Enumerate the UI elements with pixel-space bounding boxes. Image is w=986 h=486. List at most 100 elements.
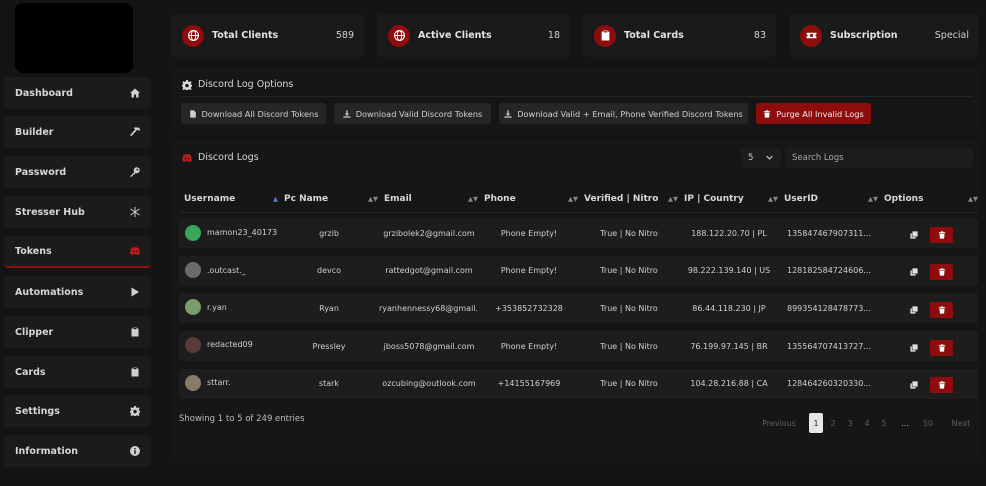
- column-header-label: Options: [884, 194, 924, 204]
- cell-pc-name: grzib: [319, 229, 339, 238]
- copy-button[interactable]: [907, 341, 921, 355]
- pagination-page-2[interactable]: 2: [826, 413, 840, 433]
- pagination-next[interactable]: Next: [946, 413, 976, 433]
- purge-invalid-logs-button[interactable]: Purge All Invalid Logs: [756, 103, 871, 124]
- stat-value: 83: [753, 30, 766, 41]
- cell-email: jboss5078@gmail.com: [383, 342, 475, 351]
- delete-button[interactable]: [930, 302, 953, 318]
- sidebar-item-label: Information: [15, 445, 79, 457]
- cell-verified-nitro: True | No Nitro: [600, 229, 658, 238]
- copy-button[interactable]: [907, 303, 921, 317]
- sidebar-item-label: Tokens: [15, 245, 52, 257]
- sidebar-item-label: Dashboard: [15, 87, 73, 99]
- entries-info: Showing 1 to 5 of 249 entries: [179, 414, 305, 424]
- sidebar-item-stresser-hub[interactable]: Stresser Hub: [4, 196, 151, 228]
- cell-userid: 128182584724606...: [787, 266, 871, 275]
- sidebar-item-builder[interactable]: Builder: [4, 116, 151, 148]
- sidebar-item-label: Settings: [15, 405, 60, 417]
- sidebar-item-cards[interactable]: Cards: [4, 356, 151, 388]
- column-header-options[interactable]: Options ▲▼: [884, 190, 978, 208]
- cell-ip-country: 76.199.97.145 | BR: [690, 342, 768, 351]
- sidebar-item-dashboard[interactable]: Dashboard: [4, 77, 151, 109]
- file-icon: [189, 109, 196, 118]
- copy-button[interactable]: [907, 228, 921, 242]
- button-label: Download All Discord Tokens: [201, 108, 319, 119]
- ticket-icon: [800, 24, 822, 47]
- avatar: [185, 375, 201, 391]
- globe-icon: [182, 24, 204, 47]
- pagination-page-4[interactable]: 4: [860, 413, 874, 433]
- cell-email: grzibolek2@gmail.com: [383, 229, 475, 238]
- sidebar-item-information[interactable]: Information: [4, 435, 151, 467]
- divider: [180, 212, 978, 213]
- sidebar-item-label: Clipper: [15, 326, 54, 338]
- stat-label: Subscription: [830, 30, 898, 41]
- cell-username: .outcast._: [207, 266, 246, 275]
- download-all-tokens-button[interactable]: Download All Discord Tokens: [181, 103, 326, 124]
- avatar: [185, 225, 201, 241]
- pagination-previous[interactable]: Previous: [757, 413, 801, 433]
- gear-icon: [129, 405, 141, 417]
- cell-ip-country: 188.122.20.70 | PL: [691, 229, 767, 238]
- download-valid-tokens-button[interactable]: Download Valid Discord Tokens: [334, 103, 491, 124]
- sidebar-item-password[interactable]: Password: [4, 156, 151, 188]
- column-header-userid[interactable]: UserID ▲▼: [784, 190, 878, 208]
- cell-email: rattedgot@gmail.com: [385, 266, 473, 275]
- cell-userid: 135564707413727...: [787, 342, 871, 351]
- avatar: [185, 262, 201, 278]
- column-header-phone[interactable]: Phone ▲▼: [484, 190, 578, 208]
- copy-button[interactable]: [907, 265, 921, 279]
- cell-phone: Phone Empty!: [500, 229, 558, 238]
- copy-button[interactable]: [907, 378, 921, 392]
- sidebar-item-automations[interactable]: Automations: [4, 276, 151, 308]
- sidebar-item-label: Password: [15, 166, 67, 178]
- column-header-label: Phone: [484, 194, 516, 204]
- column-header-ip-country[interactable]: IP | Country ▲▼: [684, 190, 778, 208]
- column-header-username[interactable]: Username ▲: [184, 190, 278, 208]
- delete-button[interactable]: [930, 227, 953, 243]
- sidebar-item-tokens[interactable]: Tokens: [4, 236, 151, 268]
- stat-label: Total Cards: [624, 30, 684, 41]
- cell-username: mamon23_40173: [207, 228, 278, 237]
- cell-pc-name: devco: [316, 266, 342, 275]
- delete-button[interactable]: [930, 340, 953, 356]
- sidebar-item-clipper[interactable]: Clipper: [4, 316, 151, 348]
- column-header-pc-name[interactable]: Pc Name ▲▼: [284, 190, 378, 208]
- cell-userid: 899354128478773...: [787, 304, 871, 313]
- column-header-label: Email: [384, 194, 412, 204]
- section-title-text: Discord Logs: [198, 152, 259, 163]
- button-label: Download Valid + Email, Phone Verified D…: [517, 108, 743, 119]
- column-header-verified-nitro[interactable]: Verified | Nitro ▲▼: [584, 190, 678, 208]
- search-logs-input[interactable]: [785, 147, 973, 168]
- column-header-email[interactable]: Email ▲▼: [384, 190, 478, 208]
- sort-icon: ▲▼: [468, 195, 478, 203]
- snowflake-icon: [129, 206, 141, 218]
- copy-icon: [910, 381, 918, 389]
- delete-button[interactable]: [930, 264, 953, 280]
- sidebar-item-settings[interactable]: Settings: [4, 395, 151, 427]
- stat-label: Active Clients: [418, 30, 492, 41]
- pagination-page-50[interactable]: 50: [918, 413, 938, 433]
- cell-pc-name: stark: [318, 379, 340, 388]
- section-title-text: Discord Log Options: [198, 79, 294, 90]
- discord-icon: [182, 153, 192, 162]
- cell-ip-country: 86.44.118.230 | JP: [692, 304, 766, 313]
- discord-icon: [129, 245, 141, 257]
- cell-verified-nitro: True | No Nitro: [600, 342, 658, 351]
- cell-pc-name: Ryan: [319, 304, 339, 313]
- stat-label: Total Clients: [212, 30, 279, 41]
- pagination-page-1[interactable]: 1: [809, 413, 823, 433]
- home-icon: [129, 87, 141, 99]
- clipboard-icon: [594, 24, 616, 47]
- page-size-select[interactable]: 5: [741, 147, 781, 168]
- delete-button[interactable]: [930, 377, 953, 393]
- pagination-page-5[interactable]: 5: [877, 413, 891, 433]
- stat-value: Special: [934, 30, 969, 41]
- clipboard-icon: [129, 326, 141, 338]
- copy-icon: [910, 344, 918, 352]
- column-header-label: UserID: [784, 194, 819, 204]
- sort-asc-icon: ▲: [273, 195, 278, 203]
- download-verified-tokens-button[interactable]: Download Valid + Email, Phone Verified D…: [499, 103, 748, 124]
- sidebar-item-label: Cards: [15, 366, 46, 378]
- pagination-page-3[interactable]: 3: [843, 413, 857, 433]
